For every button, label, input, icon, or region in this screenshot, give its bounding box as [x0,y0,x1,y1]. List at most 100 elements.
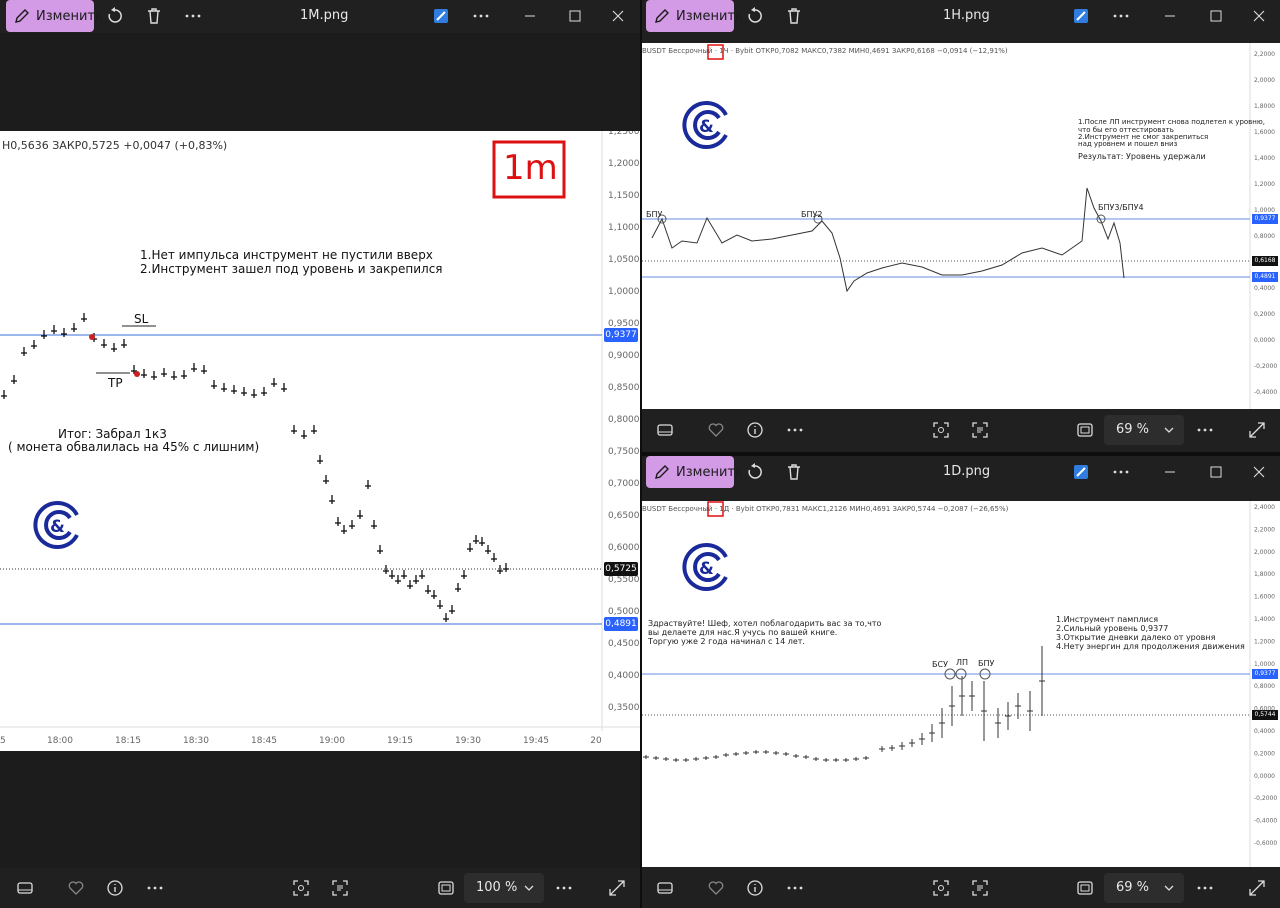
minimize-icon[interactable] [507,0,553,32]
more-options-icon[interactable] [472,7,490,25]
scan-text-icon[interactable] [971,879,989,897]
price-tick-label: 0,8000 [608,415,640,425]
image-canvas[interactable]: 1,2500 1,2000 1,1500 1,1000 1,0500 1,0000 0,95… [0,131,640,751]
edit-label: Изменить [36,8,103,24]
zoom-dropdown[interactable]: 69 % [1104,415,1184,445]
price-tick-label: 0,4500 [608,639,640,649]
chevron-down-icon [1164,427,1174,433]
price-tick-label: 0,0000 [1254,337,1275,344]
price-tag-lower: 0,4891 [604,617,638,631]
price-tick-label: 0,2000 [1254,311,1275,318]
letter-line-2: вы делаете для нас.Я учусь по вашей книг… [648,628,838,637]
favorite-icon[interactable] [707,421,725,439]
more-options-icon[interactable] [1112,463,1130,481]
chevron-down-icon [1164,885,1174,891]
editor-app-icon[interactable] [1072,7,1090,25]
price-tick-label: 1,8000 [1254,103,1275,110]
close-icon[interactable] [1236,456,1280,488]
more-options-icon[interactable] [1112,7,1130,25]
title-bar: Изменить 1D.png [642,456,1280,489]
price-tick-label: -0,6000 [1254,840,1277,847]
fit-to-window-icon[interactable] [1076,421,1094,439]
scan-text-icon[interactable] [331,879,349,897]
favorite-icon[interactable] [707,879,725,897]
file-title: 1H.png [943,8,990,23]
more-icon[interactable] [1196,879,1214,897]
filmstrip-icon[interactable] [16,879,34,897]
bottom-toolbar: 100 % [0,868,640,908]
close-icon[interactable] [595,0,640,32]
price-tick-label: -0,4000 [1254,818,1277,825]
close-icon[interactable] [1236,0,1280,32]
editor-app-icon[interactable] [432,7,450,25]
bpu34-label: БПУ3/БПУ4 [1098,203,1144,212]
more-icon[interactable] [786,879,804,897]
info-icon[interactable] [746,421,764,439]
logo: & [33,501,79,549]
image-canvas[interactable]: 2,2000 2,0000 1,8000 1,6000 1,4000 1,2000 1,00… [642,43,1280,409]
price-tick-label: 1,2000 [608,159,640,169]
tp-label: TP [108,376,123,390]
more-icon[interactable] [1196,421,1214,439]
fullscreen-icon[interactable] [1248,879,1266,897]
visual-search-icon[interactable] [932,421,950,439]
image-canvas[interactable]: 2,4000 2,2000 2,0000 1,8000 1,6000 1,4000 1,20… [642,501,1280,867]
price-tick-label: 0,4000 [1254,728,1275,735]
editor-app-icon[interactable] [1072,463,1090,481]
annotation-line-1: 1.Нет импульса инструмент не пустили вве… [140,248,433,262]
favorite-icon[interactable] [67,879,85,897]
edit-button[interactable]: Изменить [646,456,743,488]
filmstrip-icon[interactable] [656,421,674,439]
note-line-4: 4.Нету энергин для продолжения движения [1056,642,1245,651]
scan-text-icon[interactable] [971,421,989,439]
price-tick-label: 0,4000 [1254,285,1275,292]
minimize-icon[interactable] [1147,0,1193,32]
fullscreen-icon[interactable] [608,879,626,897]
more-icon[interactable] [555,879,573,897]
edit-button[interactable]: Изменить [646,0,743,32]
more-icon[interactable] [146,879,164,897]
price-tick-label: -0,2000 [1254,795,1277,802]
price-tick-label: 0,6000 [608,543,640,553]
chart-header: BUSDT Бессрочный · 1Д · Bybit ОТКР0,7831… [642,505,1008,513]
price-tick-label: 1,0000 [1254,661,1275,668]
delete-icon[interactable] [785,463,803,481]
note-line-3: 3.Открытие дневки далеко от уровня [1056,633,1216,642]
svg-text:&: & [50,517,65,537]
filmstrip-icon[interactable] [656,879,674,897]
minimize-icon[interactable] [1147,456,1193,488]
delete-icon[interactable] [145,7,163,25]
fit-to-window-icon[interactable] [437,879,455,897]
time-tick-label: 5 [0,736,6,746]
bpu-label: БПУ [978,659,995,668]
more-icon[interactable] [184,7,202,25]
info-icon[interactable] [106,879,124,897]
letter-line-3: Торгую уже 2 года начинал с 14 лет. [648,637,805,646]
file-title: 1D.png [943,464,991,479]
price-tick-label: 1,6000 [1254,594,1275,601]
price-tick-label: 0,4000 [608,671,640,681]
visual-search-icon[interactable] [932,879,950,897]
maximize-icon[interactable] [1193,456,1239,488]
zoom-value: 100 % [476,880,518,895]
fullscreen-icon[interactable] [1248,421,1266,439]
maximize-icon[interactable] [1193,0,1239,32]
header-prefix: BUSDT Бессрочный · [642,47,720,55]
delete-icon[interactable] [785,7,803,25]
fit-to-window-icon[interactable] [1076,879,1094,897]
result-line-1: Итог: Забрал 1к3 [58,427,167,441]
rotate-icon[interactable] [106,7,124,25]
info-icon[interactable] [746,879,764,897]
maximize-icon[interactable] [552,0,598,32]
rotate-icon[interactable] [746,7,764,25]
edit-button[interactable]: Изменить [6,0,103,32]
rotate-icon[interactable] [746,463,764,481]
zoom-dropdown[interactable]: 69 % [1104,873,1184,903]
more-icon[interactable] [786,421,804,439]
time-tick-label: 19:15 [387,736,413,746]
visual-search-icon[interactable] [292,879,310,897]
zoom-dropdown[interactable]: 100 % [464,873,544,903]
file-title: 1M.png [300,8,349,23]
time-tick-label: 20 [590,736,602,746]
edit-label: Изменить [676,8,743,24]
